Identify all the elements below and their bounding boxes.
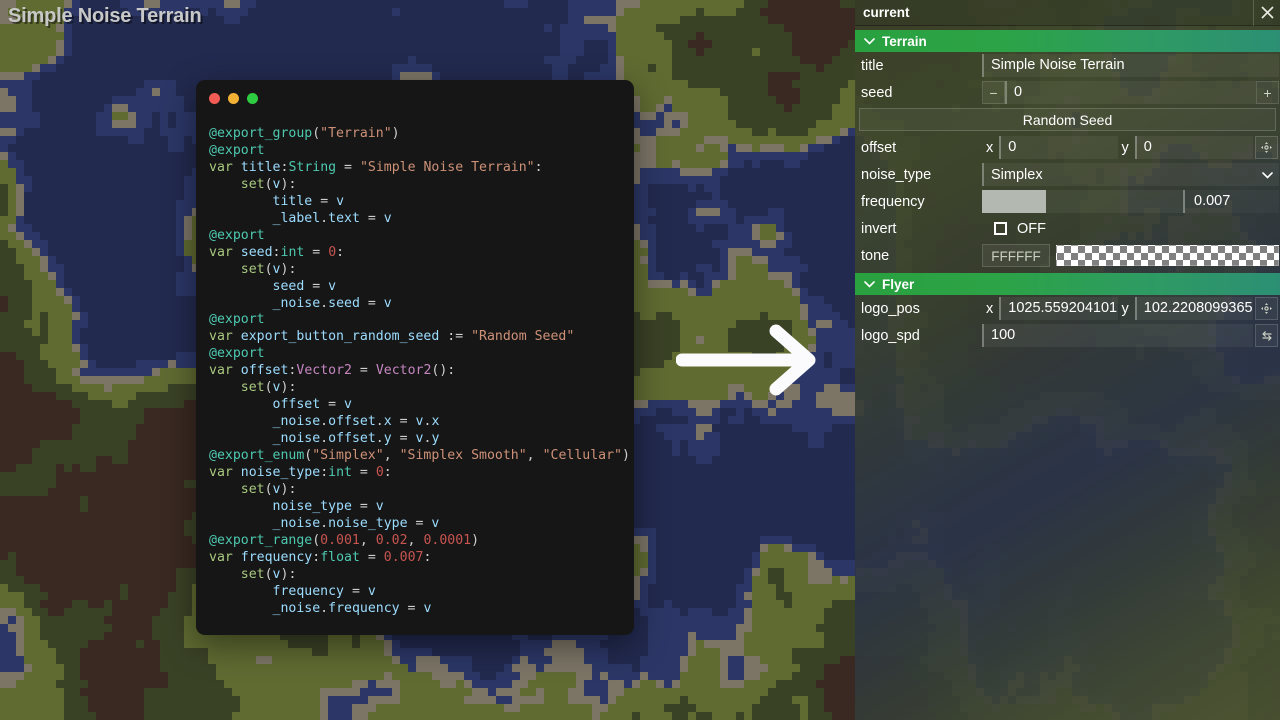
inspector-header: current [855, 0, 1280, 26]
axis-x-label: x [986, 139, 994, 156]
vector-x-input[interactable]: 0 [999, 136, 1118, 159]
inspector-groups: Terrain title Simple Noise Terrain seed −0 + R… [855, 30, 1280, 349]
arrow-right-icon [675, 320, 824, 400]
screen-root: Simple Noise Terrain @export_group("Terr… [0, 0, 1280, 720]
invert-checkbox[interactable]: OFF [982, 221, 1046, 237]
property-label: offset [861, 139, 897, 156]
group-name-label: Flyer [882, 276, 915, 292]
checkbox-state-label: OFF [1017, 220, 1046, 237]
property-value-input[interactable]: Simple Noise Terrain [982, 54, 1279, 77]
inspector-row-logo_pos: logo_pos x 1025.559204101 y 102.2208099365 [855, 295, 1280, 322]
checkbox-box-icon[interactable] [994, 222, 1007, 235]
property-value-input[interactable]: 0 [1005, 81, 1256, 104]
property-control: 0.007 [982, 190, 1279, 213]
property-control: −0 + [982, 81, 1279, 104]
window-minimize-dot[interactable] [228, 92, 239, 104]
inspector-row-frequency: frequency 0.007 [855, 188, 1280, 215]
chevron-down-icon[interactable] [864, 37, 875, 45]
inspector-panel[interactable]: current Terrain title Simple Noise Terrain… [855, 0, 1280, 720]
increment-button[interactable]: + [1256, 81, 1279, 104]
vector-y-input[interactable]: 102.2208099365 [1134, 297, 1253, 320]
property-control: x0y0 [982, 136, 1279, 159]
window-close-dot[interactable] [209, 92, 220, 104]
close-icon[interactable] [1253, 0, 1280, 26]
vector-y-input[interactable]: 0 [1134, 136, 1253, 159]
property-label: tone [861, 247, 890, 264]
link-axes-icon[interactable] [1255, 136, 1278, 159]
inspector-row-invert: invert OFF [855, 215, 1280, 242]
code-content: @export_group("Terrain") @export var tit… [209, 126, 630, 616]
group-name-label: Terrain [882, 33, 927, 49]
code-window[interactable]: @export_group("Terrain") @export var tit… [196, 80, 634, 635]
axis-y-label: y [1121, 300, 1129, 317]
inspector-row-tone: tone FFFFFF [855, 242, 1280, 269]
vector-x-input[interactable]: 1025.559204101 [999, 297, 1118, 320]
property-control: OFF [982, 217, 1279, 240]
chevron-down-icon[interactable] [864, 280, 875, 288]
property-control: x 1025.559204101 y 102.2208099365 [982, 297, 1279, 320]
inspector-group-header-terrain[interactable]: Terrain [855, 30, 1280, 52]
link-axes-icon[interactable] [1255, 297, 1278, 320]
inspector-row-random-seed: Random Seed [855, 106, 1280, 134]
property-value-input[interactable]: 100 [982, 324, 1253, 347]
code-window-titlebar[interactable] [196, 80, 634, 116]
random-seed-button[interactable]: Random Seed [859, 108, 1276, 131]
frequency-slider[interactable] [982, 190, 1183, 213]
revert-icon[interactable] [1255, 324, 1278, 347]
color-swatch[interactable] [1056, 245, 1279, 266]
property-label: frequency [861, 193, 925, 210]
inspector-group-header-flyer[interactable]: Flyer [855, 273, 1280, 295]
inspector-row-seed: seed −0 + [855, 79, 1280, 106]
axis-x-label: x [986, 300, 994, 317]
property-label: logo_pos [861, 300, 920, 317]
inspector-row-noise_type: noise_type Simplex [855, 161, 1280, 188]
inspector-title: current [863, 4, 910, 20]
chevron-down-icon[interactable] [1262, 167, 1273, 183]
inspector-row-offset: offset x 0 y 0 [855, 134, 1280, 161]
axis-y-label: y [1121, 139, 1129, 156]
select-value-label: Simplex [991, 166, 1043, 183]
property-control: Simple Noise Terrain [982, 54, 1279, 77]
color-hex-input[interactable]: FFFFFF [982, 244, 1050, 267]
inspector-row-title: title Simple Noise Terrain [855, 52, 1280, 79]
property-label: noise_type [861, 166, 932, 183]
terrain-title-label: Simple Noise Terrain [8, 5, 202, 27]
decrement-button[interactable]: − [982, 81, 1005, 104]
noise-type-select[interactable]: Simplex [982, 163, 1279, 186]
inspector-row-logo_spd: logo_spd 100 [855, 322, 1280, 349]
property-label: invert [861, 220, 897, 237]
property-control: 100 [982, 324, 1279, 347]
property-control: Simplex [982, 163, 1279, 186]
window-zoom-dot[interactable] [247, 92, 258, 104]
property-control: FFFFFF [982, 244, 1279, 267]
property-label: seed [861, 84, 893, 101]
property-label: title [861, 57, 884, 74]
frequency-value-input[interactable]: 0.007 [1183, 190, 1279, 213]
slider-fill [982, 190, 1046, 213]
property-label: logo_spd [861, 327, 920, 344]
